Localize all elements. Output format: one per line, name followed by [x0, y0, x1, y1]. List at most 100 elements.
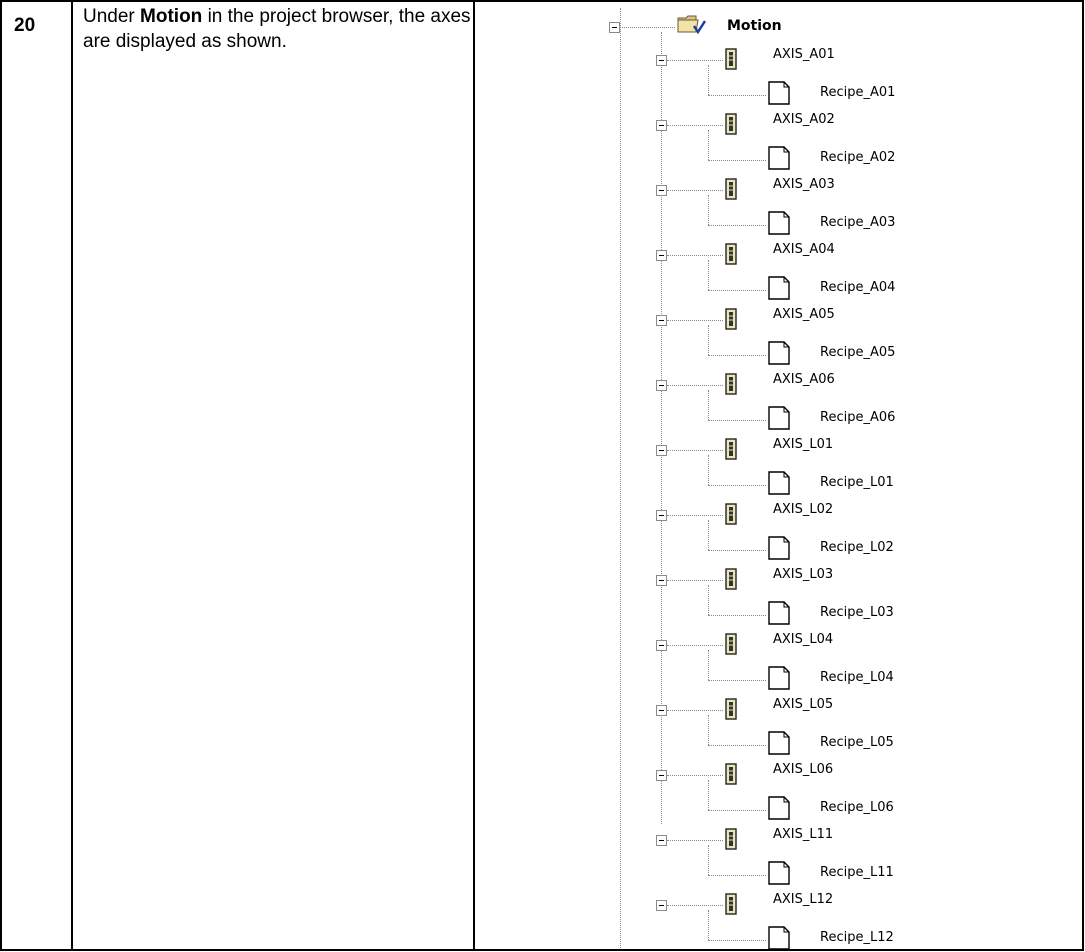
recipe-connector-line [708, 810, 766, 811]
recipe-label[interactable]: Recipe_A03 [820, 215, 895, 230]
recipe-connector-line [708, 680, 766, 681]
axis-label[interactable]: AXIS_A04 [773, 242, 835, 257]
recipe-label[interactable]: Recipe_L05 [820, 735, 894, 750]
step-number-cell: 20 [0, 0, 73, 951]
axis-label[interactable]: AXIS_A03 [773, 177, 835, 192]
axis-collapse-toggle[interactable] [656, 250, 667, 261]
axis-collapse-toggle[interactable] [656, 380, 667, 391]
recipe-label[interactable]: Recipe_A05 [820, 345, 895, 360]
axis-collapse-toggle[interactable] [656, 315, 667, 326]
axis-collapse-toggle[interactable] [656, 835, 667, 846]
recipe-branch-line [708, 390, 709, 420]
recipe-branch-line [708, 195, 709, 225]
recipe-branch-line [708, 455, 709, 485]
recipe-label[interactable]: Recipe_L02 [820, 540, 894, 555]
document-icon [768, 471, 790, 495]
axis-label[interactable]: AXIS_L06 [773, 762, 833, 777]
recipe-label[interactable]: Recipe_L11 [820, 865, 894, 880]
axis-connector-line [667, 190, 723, 191]
document-icon [768, 81, 790, 105]
recipe-connector-line [708, 875, 766, 876]
axis-label[interactable]: AXIS_L11 [773, 827, 833, 842]
step-text-before: Under [83, 6, 141, 27]
recipe-label[interactable]: Recipe_A06 [820, 410, 895, 425]
axis-label[interactable]: AXIS_L03 [773, 567, 833, 582]
axis-icon [725, 893, 737, 915]
root-collapse-toggle[interactable] [609, 22, 620, 33]
axis-label[interactable]: AXIS_A06 [773, 372, 835, 387]
axis-label[interactable]: AXIS_A02 [773, 112, 835, 127]
document-icon [768, 666, 790, 690]
recipe-label[interactable]: Recipe_L04 [820, 670, 894, 685]
axis-connector-line [667, 645, 723, 646]
recipe-branch-line [708, 520, 709, 550]
recipe-label[interactable]: Recipe_L06 [820, 800, 894, 815]
recipe-branch-line [708, 585, 709, 615]
recipe-branch-line [708, 325, 709, 355]
axis-icon [725, 373, 737, 395]
axis-collapse-toggle[interactable] [656, 575, 667, 586]
axis-connector-line [667, 515, 723, 516]
axis-label[interactable]: AXIS_L04 [773, 632, 833, 647]
axis-icon [725, 633, 737, 655]
document-icon [768, 926, 790, 950]
axis-connector-line [667, 60, 723, 61]
step-instruction: Under Motion in the project browser, the… [73, 2, 473, 54]
axis-label[interactable]: AXIS_L12 [773, 892, 833, 907]
axis-label[interactable]: AXIS_L01 [773, 437, 833, 452]
document-icon [768, 341, 790, 365]
axis-connector-line [667, 905, 723, 906]
recipe-connector-line [708, 940, 766, 941]
axis-collapse-toggle[interactable] [656, 55, 667, 66]
axis-label[interactable]: AXIS_L05 [773, 697, 833, 712]
axis-label[interactable]: AXIS_L02 [773, 502, 833, 517]
step-text-bold: Motion [140, 6, 203, 27]
axis-label[interactable]: AXIS_A05 [773, 307, 835, 322]
axis-collapse-toggle[interactable] [656, 640, 667, 651]
tree-trunk-line [620, 8, 621, 948]
recipe-branch-line [708, 845, 709, 875]
recipe-connector-line [708, 550, 766, 551]
axis-collapse-toggle[interactable] [656, 900, 667, 911]
recipe-connector-line [708, 615, 766, 616]
axis-collapse-toggle[interactable] [656, 120, 667, 131]
axis-icon [725, 438, 737, 460]
axis-label[interactable]: AXIS_A01 [773, 47, 835, 62]
recipe-label[interactable]: Recipe_L01 [820, 475, 894, 490]
axis-connector-line [667, 580, 723, 581]
document-icon [768, 861, 790, 885]
axis-collapse-toggle[interactable] [656, 770, 667, 781]
recipe-label[interactable]: Recipe_A04 [820, 280, 895, 295]
recipe-connector-line [708, 290, 766, 291]
axis-collapse-toggle[interactable] [656, 705, 667, 716]
step-number: 20 [14, 15, 36, 36]
recipe-label[interactable]: Recipe_L12 [820, 930, 894, 945]
recipe-label[interactable]: Recipe_L03 [820, 605, 894, 620]
axis-connector-line [667, 775, 723, 776]
axis-icon [725, 828, 737, 850]
document-icon [768, 601, 790, 625]
axis-connector-line [667, 840, 723, 841]
project-browser-tree: Motion AXIS_A01 Recipe_A01 AXIS_A02 Reci… [598, 0, 938, 950]
axis-collapse-toggle[interactable] [656, 445, 667, 456]
recipe-label[interactable]: Recipe_A02 [820, 150, 895, 165]
axis-connector-line [667, 255, 723, 256]
recipe-connector-line [708, 225, 766, 226]
recipe-branch-line [708, 260, 709, 290]
root-label-motion[interactable]: Motion [727, 18, 782, 34]
document-icon [768, 406, 790, 430]
step-text-cell: Under Motion in the project browser, the… [71, 0, 475, 951]
recipe-connector-line [708, 160, 766, 161]
recipe-branch-line [708, 130, 709, 160]
recipe-branch-line [708, 780, 709, 810]
recipe-label[interactable]: Recipe_A01 [820, 85, 895, 100]
folder-icon [677, 15, 706, 35]
axis-collapse-toggle[interactable] [656, 510, 667, 521]
axis-connector-line [667, 320, 723, 321]
axis-icon [725, 243, 737, 265]
recipe-branch-line [708, 65, 709, 95]
axis-collapse-toggle[interactable] [656, 185, 667, 196]
axis-icon [725, 698, 737, 720]
axis-connector-line [667, 125, 723, 126]
axis-icon [725, 48, 737, 70]
